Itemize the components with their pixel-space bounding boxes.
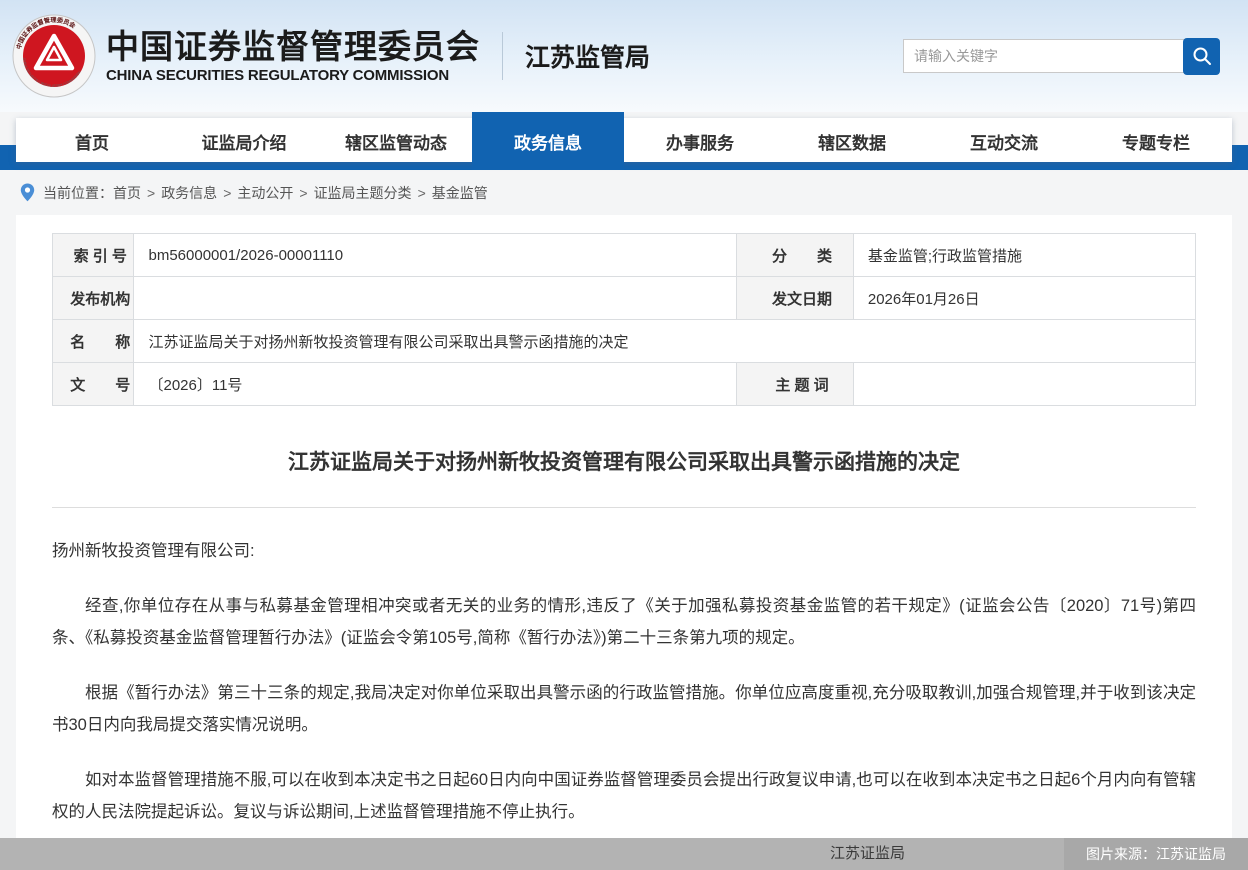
site-header: 中国证券监督管理委员会 CHINA SECURITIES REGULATORY … — [0, 0, 1248, 112]
table-row: 发布机构 发文日期 2026年01月26日 — [53, 277, 1196, 320]
category-label: 分 类 — [737, 234, 854, 277]
subject-words-value — [853, 363, 1195, 406]
org-title-block: 中国证券监督管理委员会 CHINA SECURITIES REGULATORY … — [106, 28, 480, 85]
footer-band: 江苏证监局 图片来源：江苏证监局 — [0, 838, 1248, 870]
document-name-value: 江苏证监局关于对扬州新牧投资管理有限公司采取出具警示函措施的决定 — [134, 320, 1196, 363]
doc-number-label: 文 号 — [53, 363, 134, 406]
search-icon — [1191, 45, 1213, 67]
breadcrumb-separator: > — [223, 185, 231, 201]
nav-tab-home[interactable]: 首页 — [16, 112, 168, 170]
nav-tab-special-topics[interactable]: 专题专栏 — [1080, 112, 1232, 170]
article-paragraph: 经查,你单位存在从事与私募基金管理相冲突或者无关的业务的情形,违反了《关于加强私… — [52, 590, 1196, 654]
nav-tab-regional-dynamics[interactable]: 辖区监管动态 — [320, 112, 472, 170]
nav-tab-interaction[interactable]: 互动交流 — [928, 112, 1080, 170]
breadcrumb: 当前位置： 首页 > 政务信息 > 主动公开 > 证监局主题分类 > 基金监管 — [0, 170, 1248, 215]
article-title: 江苏证监局关于对扬州新牧投资管理有限公司采取出具警示函措施的决定 — [72, 446, 1176, 476]
nav-items: 首页 证监局介绍 辖区监管动态 政务信息 办事服务 辖区数据 互动交流 专题专栏 — [16, 112, 1232, 170]
article-salutation: 扬州新牧投资管理有限公司: — [52, 535, 1196, 567]
doc-number-value: 〔2026〕11号 — [134, 363, 737, 406]
breadcrumb-item-fund-supervision[interactable]: 基金监管 — [432, 183, 488, 203]
issue-date-label: 发文日期 — [737, 277, 854, 320]
footer-publisher: 江苏证监局 — [830, 838, 905, 870]
table-row: 文 号 〔2026〕11号 主 题 词 — [53, 363, 1196, 406]
article-paragraph: 根据《暂行办法》第三十三条的规定,我局决定对你单位采取出具警示函的行政监管措施。… — [52, 677, 1196, 741]
breadcrumb-item-topic-category[interactable]: 证监局主题分类 — [314, 183, 412, 203]
publishing-org-label: 发布机构 — [53, 277, 134, 320]
main-nav: 首页 证监局介绍 辖区监管动态 政务信息 办事服务 辖区数据 互动交流 专题专栏 — [0, 112, 1248, 170]
index-number-label: 索 引 号 — [53, 234, 134, 277]
document-meta-table: 索 引 号 bm56000001/2026-00001110 分 类 基金监管;… — [52, 233, 1196, 406]
table-row: 索 引 号 bm56000001/2026-00001110 分 类 基金监管;… — [53, 234, 1196, 277]
publishing-org-value — [134, 277, 737, 320]
location-pin-icon — [20, 183, 35, 202]
breadcrumb-item-government-info[interactable]: 政务信息 — [161, 183, 217, 203]
category-value: 基金监管;行政监管措施 — [853, 234, 1195, 277]
search-box — [903, 38, 1220, 75]
subject-words-label: 主 题 词 — [737, 363, 854, 406]
index-number-value: bm56000001/2026-00001110 — [134, 234, 737, 277]
table-row: 名 称 江苏证监局关于对扬州新牧投资管理有限公司采取出具警示函措施的决定 — [53, 320, 1196, 363]
bureau-name: 江苏监管局 — [525, 38, 650, 74]
nav-tab-government-info[interactable]: 政务信息 — [472, 112, 624, 170]
csrc-seal-icon: 中国证券监督管理委员会 CHINA SECURITIES REGULATORY … — [12, 14, 96, 98]
breadcrumb-item-active-disclosure[interactable]: 主动公开 — [237, 183, 293, 203]
breadcrumb-separator: > — [147, 185, 155, 201]
breadcrumb-item-home[interactable]: 首页 — [113, 183, 141, 203]
article-paragraph: 如对本监督管理措施不服,可以在收到本决定书之日起60日内向中国证券监督管理委员会… — [52, 764, 1196, 828]
breadcrumb-separator: > — [418, 185, 426, 201]
csrc-seal-logo[interactable]: 中国证券监督管理委员会 CHINA SECURITIES REGULATORY … — [12, 14, 96, 98]
breadcrumb-separator: > — [299, 185, 307, 201]
content-card: 索 引 号 bm56000001/2026-00001110 分 类 基金监管;… — [16, 215, 1232, 870]
search-button[interactable] — [1183, 38, 1220, 75]
nav-tab-bureau-intro[interactable]: 证监局介绍 — [168, 112, 320, 170]
header-divider — [502, 32, 503, 80]
image-source-watermark: 图片来源：江苏证监局 — [1064, 838, 1248, 870]
org-name-en: CHINA SECURITIES REGULATORY COMMISSION — [106, 67, 480, 84]
article-body: 扬州新牧投资管理有限公司: 经查,你单位存在从事与私募基金管理相冲突或者无关的业… — [52, 535, 1196, 828]
search-input[interactable] — [903, 39, 1185, 73]
nav-tab-regional-data[interactable]: 辖区数据 — [776, 112, 928, 170]
issue-date-value: 2026年01月26日 — [853, 277, 1195, 320]
document-name-label: 名 称 — [53, 320, 134, 363]
breadcrumb-prefix: 当前位置： — [43, 183, 113, 203]
nav-tab-services[interactable]: 办事服务 — [624, 112, 776, 170]
title-divider — [52, 507, 1196, 508]
org-name-cn: 中国证券监督管理委员会 — [106, 28, 480, 66]
